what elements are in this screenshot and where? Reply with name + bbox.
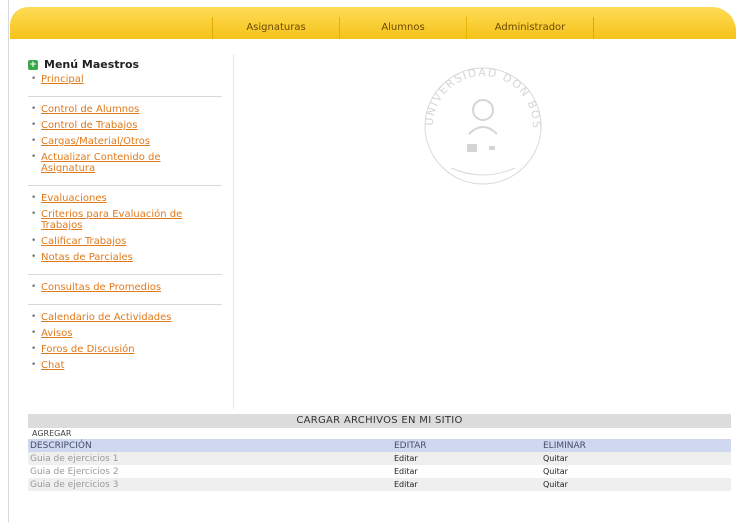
delete-cell: Quitar [541,465,731,478]
upload-files-section: CARGAR ARCHIVOS EN MI SITIO AGREGAR DESC… [28,414,731,491]
edit-link[interactable]: Editar [394,480,418,489]
menu-link-calificar-trabajos[interactable]: Calificar Trabajos [41,236,191,247]
menu-item: • Criterios para Evaluación de Trabajos [31,209,222,231]
files-table: DESCRIPCIÓN EDITAR ELIMINAR Guia de ejer… [28,439,731,491]
col-eliminar: ELIMINAR [541,439,731,452]
edit-link[interactable]: Editar [394,467,418,476]
table-header-row: DESCRIPCIÓN EDITAR ELIMINAR [28,439,731,452]
edit-cell: Editar [392,452,541,465]
menu-link-actualizar-contenido[interactable]: Actualizar Contenido de Asignatura [41,152,191,174]
bullet-icon: • [31,328,37,338]
col-editar: EDITAR [392,439,541,452]
nav-alumnos[interactable]: Alumnos [339,17,466,39]
menu-link-calendario[interactable]: Calendario de Actividades [41,312,191,323]
menu-link-foros[interactable]: Foros de Discusión [41,344,191,355]
col-descripcion: DESCRIPCIÓN [28,439,392,452]
menu-group-students: • Control de Alumnos • Control de Trabaj… [28,104,222,186]
bullet-icon: • [31,152,37,162]
bullet-icon: • [31,282,37,292]
seal-icon: UNIVERSIDAD DON BOSCO [406,38,542,185]
file-description: Guia de ejercicios 3 [28,478,392,491]
menu-item: • Cargas/Material/Otros [31,136,222,147]
bullet-icon: • [31,120,37,130]
bullet-icon: • [31,236,37,246]
add-file-link[interactable]: AGREGAR [28,428,731,439]
menu-item: • Chat [31,360,222,371]
edit-link[interactable]: Editar [394,454,418,463]
menu-item: • Foros de Discusión [31,344,222,355]
page-left-border [8,0,9,522]
bullet-icon: • [31,252,37,262]
bullet-icon: • [31,104,37,114]
menu-link-control-alumnos[interactable]: Control de Alumnos [41,104,191,115]
content-divider [233,54,234,409]
edit-cell: Editar [392,478,541,491]
university-watermark-logo: UNIVERSIDAD DON BOSCO [406,38,556,188]
table-row: Guia de ejercicios 1 Editar Quitar [28,452,731,465]
delete-cell: Quitar [541,452,731,465]
teacher-menu-sidebar: + Menú Maestros • Principal • Control de… [28,58,222,389]
bullet-icon: • [31,312,37,322]
menu-group-communication: • Calendario de Actividades • Avisos • F… [28,312,222,382]
menu-item: • Avisos [31,328,222,339]
delete-link[interactable]: Quitar [543,467,568,476]
nav-asignaturas[interactable]: Asignaturas [213,17,339,39]
menu-item: • Calendario de Actividades [31,312,222,323]
bullet-icon: • [31,136,37,146]
section-title: CARGAR ARCHIVOS EN MI SITIO [28,414,731,428]
menu-link-consultas-promedios[interactable]: Consultas de Promedios [41,282,191,293]
menu-link-control-trabajos[interactable]: Control de Trabajos [41,120,191,131]
bullet-icon: • [31,74,37,84]
bullet-icon: • [31,209,37,219]
menu-item: • Evaluaciones [31,193,222,204]
menu-item: • Control de Trabajos [31,120,222,131]
menu-item: • Control de Alumnos [31,104,222,115]
menu-item: • Calificar Trabajos [31,236,222,247]
plus-square-icon: + [28,59,38,70]
menu-link-evaluaciones[interactable]: Evaluaciones [41,193,191,204]
menu-group-main: • Principal [28,74,222,97]
top-navigation-bar: Asignaturas Alumnos Administrador [10,7,736,39]
menu-item: • Principal [31,74,222,85]
menu-group-averages: • Consultas de Promedios [28,282,222,305]
menu-item: • Notas de Parciales [31,252,222,263]
file-description: Guia de Ejercicios 2 [28,465,392,478]
top-navigation-links: Asignaturas Alumnos Administrador [212,17,594,39]
delete-link[interactable]: Quitar [543,454,568,463]
delete-cell: Quitar [541,478,731,491]
nav-administrador[interactable]: Administrador [466,17,593,39]
file-description: Guia de ejercicios 1 [28,452,392,465]
menu-group-evaluations: • Evaluaciones • Criterios para Evaluaci… [28,193,222,275]
menu-link-avisos[interactable]: Avisos [41,328,191,339]
edit-cell: Editar [392,465,541,478]
menu-link-criterios-evaluacion[interactable]: Criterios para Evaluación de Trabajos [41,209,191,231]
table-row: Guia de ejercicios 3 Editar Quitar [28,478,731,491]
menu-link-chat[interactable]: Chat [41,360,191,371]
menu-link-notas-parciales[interactable]: Notas de Parciales [41,252,191,263]
menu-link-cargas-material[interactable]: Cargas/Material/Otros [41,136,191,147]
bullet-icon: • [31,360,37,370]
menu-item: • Consultas de Promedios [31,282,222,293]
bullet-icon: • [31,193,37,203]
menu-link-principal[interactable]: Principal [41,74,191,85]
delete-link[interactable]: Quitar [543,480,568,489]
menu-title: Menú Maestros [44,58,140,71]
menu-item: • Actualizar Contenido de Asignatura [31,152,222,174]
table-row: Guia de Ejercicios 2 Editar Quitar [28,465,731,478]
bullet-icon: • [31,344,37,354]
menu-header: + Menú Maestros [28,58,222,71]
